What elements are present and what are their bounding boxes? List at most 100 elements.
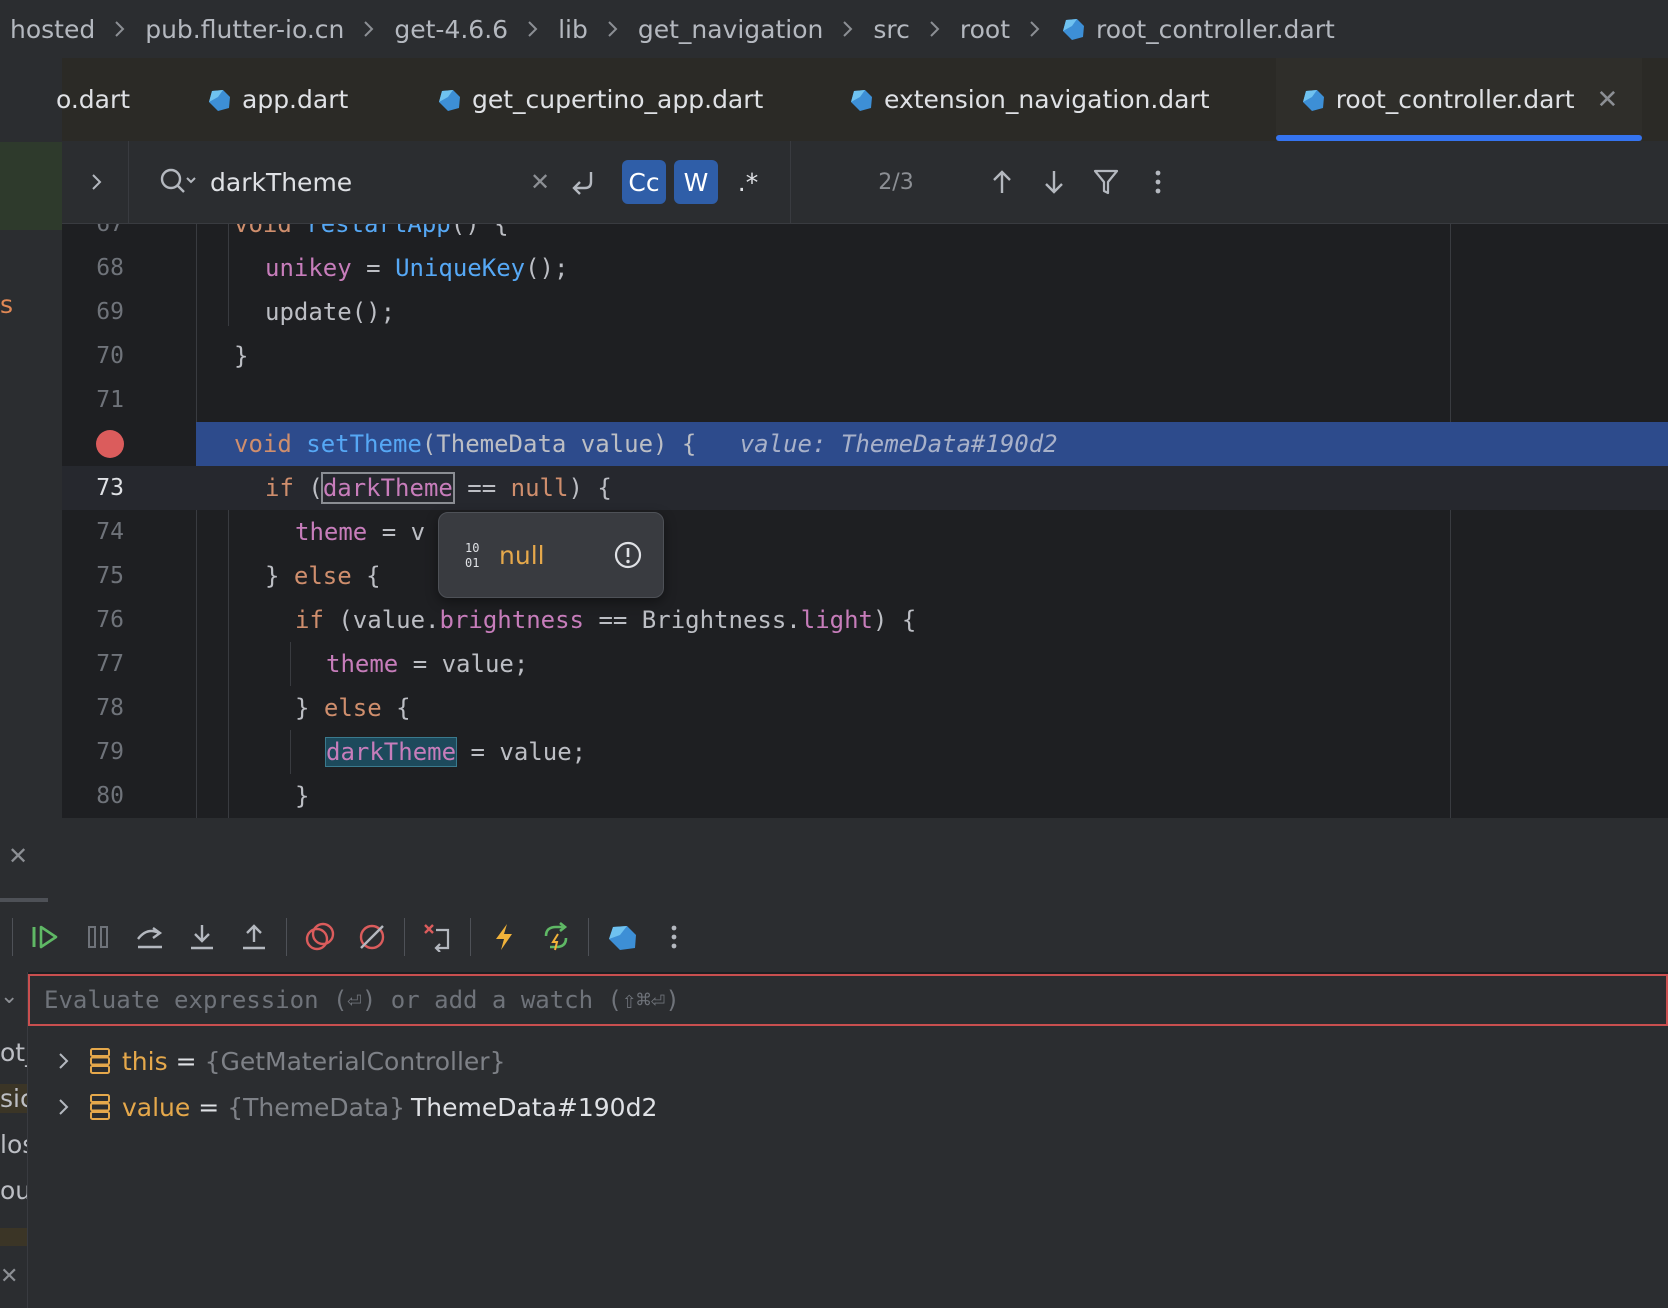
code-line[interactable]: 74 theme = v xyxy=(62,510,1668,554)
tab-get-cupertino-app-dart[interactable]: get_cupertino_app.dart xyxy=(436,58,763,141)
step-into-icon xyxy=(191,925,213,950)
newline-icon[interactable] xyxy=(566,163,604,201)
code-line[interactable]: 71 xyxy=(62,378,1668,422)
dart-devtools-button[interactable] xyxy=(604,919,640,955)
hot-restart-button[interactable] xyxy=(538,919,574,955)
tab-app-dart[interactable]: app.dart xyxy=(206,58,348,141)
debug-tool-window-header: ✕ xyxy=(0,818,1668,903)
code-line-current[interactable]: 73 if (darkTheme == null) { xyxy=(62,466,1668,510)
words-toggle[interactable]: W xyxy=(674,160,718,204)
info-icon[interactable] xyxy=(613,540,643,570)
breakpoint-icon[interactable] xyxy=(96,430,124,458)
popup-value: null xyxy=(499,540,545,570)
match-case-toggle[interactable]: Cc xyxy=(622,160,666,204)
step-out-icon xyxy=(243,924,265,950)
dart-file-icon xyxy=(1302,89,1324,111)
expand-replace-button[interactable] xyxy=(82,166,112,198)
code-line[interactable]: 75 } else { xyxy=(62,554,1668,598)
stop-restart-icon xyxy=(424,924,450,952)
chevron-right-icon xyxy=(929,19,941,39)
tab-o-dart[interactable]: o.dart xyxy=(56,58,182,141)
search-history-button[interactable] xyxy=(158,163,198,201)
dart-file-icon xyxy=(209,89,230,111)
frame-item[interactable]: ous xyxy=(0,1176,27,1205)
chevron-right-icon xyxy=(114,19,126,39)
svg-text:10: 10 xyxy=(465,541,479,555)
breadcrumb-item-get[interactable]: get-4.6.6 xyxy=(394,15,508,44)
evaluate-expression-field[interactable] xyxy=(28,974,1668,1026)
breadcrumb: hosted pub.flutter-io.cn get-4.6.6 lib g… xyxy=(0,0,1668,59)
variable-row-value[interactable]: value = {ThemeData} ThemeData#190d2 xyxy=(56,1084,657,1130)
search-match: darkTheme xyxy=(324,737,458,767)
lightning-icon xyxy=(496,924,512,950)
breadcrumb-item-src[interactable]: src xyxy=(873,15,910,44)
resume-icon xyxy=(32,925,58,949)
hot-restart-icon xyxy=(544,922,568,951)
resume-button[interactable] xyxy=(28,919,64,955)
field-icon xyxy=(90,1048,110,1074)
code-line[interactable]: 69 update(); xyxy=(62,290,1668,334)
breadcrumb-item-file[interactable]: root_controller.dart xyxy=(1060,15,1335,44)
code-line[interactable]: 80 } xyxy=(62,774,1668,818)
next-occurrence-button[interactable] xyxy=(1036,163,1072,201)
pause-button[interactable] xyxy=(80,919,116,955)
code-line[interactable]: 79 darkTheme = value; xyxy=(62,730,1668,774)
view-breakpoints-button[interactable] xyxy=(302,919,338,955)
code-line[interactable]: 67 void restartApp() { xyxy=(62,224,1668,246)
regex-toggle[interactable]: .* xyxy=(726,160,770,204)
tab-root-controller-dart[interactable]: root_controller.dart ✕ xyxy=(1276,58,1642,141)
breadcrumb-item-root[interactable]: root xyxy=(960,15,1010,44)
tab-extension-navigation-dart[interactable]: extension_navigation.dart xyxy=(848,58,1210,141)
clear-search-icon[interactable]: ✕ xyxy=(524,165,556,199)
code-line[interactable]: 77 theme = value; xyxy=(62,642,1668,686)
chevron-right-icon xyxy=(607,19,619,39)
chevron-right-icon xyxy=(842,19,854,39)
frame-item[interactable]: sic xyxy=(0,1084,27,1113)
more-options-icon[interactable] xyxy=(1140,163,1176,201)
breadcrumb-item-get-navigation[interactable]: get_navigation xyxy=(638,15,824,44)
more-actions-icon[interactable] xyxy=(656,919,692,955)
code-editor[interactable]: 67 void restartApp() { 68 unikey = Uniqu… xyxy=(62,224,1668,818)
evaluate-expression-input[interactable] xyxy=(30,976,1666,1024)
breadcrumb-item-lib[interactable]: lib xyxy=(558,15,588,44)
variable-row-this[interactable]: this = {GetMaterialController} xyxy=(56,1038,505,1084)
step-over-button[interactable] xyxy=(132,919,168,955)
mute-breakpoints-button[interactable] xyxy=(354,919,390,955)
step-out-button[interactable] xyxy=(236,919,272,955)
selected-row-highlight xyxy=(0,142,62,230)
previous-occurrence-button[interactable] xyxy=(984,163,1020,201)
breadcrumb-item-hosted[interactable]: hosted xyxy=(10,15,95,44)
close-debug-tab-icon[interactable]: ✕ xyxy=(8,842,28,870)
breadcrumb-item-pub[interactable]: pub.flutter-io.cn xyxy=(145,15,344,44)
code-line[interactable]: 70 } xyxy=(62,334,1668,378)
dart-file-icon xyxy=(851,89,872,111)
search-input[interactable]: darkTheme xyxy=(210,159,470,205)
chevron-right-icon xyxy=(1029,19,1041,39)
frame-item[interactable]: ot_ xyxy=(0,1038,27,1067)
chevron-right-icon xyxy=(92,174,102,190)
value-popup[interactable]: 10 01 null xyxy=(438,512,664,598)
chevron-right-icon[interactable] xyxy=(56,1050,72,1072)
search-icon xyxy=(160,168,196,193)
dart-devtools-icon xyxy=(609,926,636,950)
close-icon[interactable]: ✕ xyxy=(0,1264,18,1289)
close-tab-icon[interactable]: ✕ xyxy=(1597,85,1619,115)
arrow-up-icon xyxy=(993,170,1011,193)
code-line[interactable]: 78 } else { xyxy=(62,686,1668,730)
match-count: 2/3 xyxy=(878,169,914,195)
chevron-down-icon[interactable]: ⌄ xyxy=(0,984,18,1009)
code-line[interactable]: 68 unikey = UniqueKey(); xyxy=(62,246,1668,290)
inline-value-hint: value: ThemeData#190d2 xyxy=(739,430,1058,458)
search-match-current: darkTheme xyxy=(320,472,455,504)
step-into-button[interactable] xyxy=(184,919,220,955)
hot-reload-button[interactable] xyxy=(486,919,522,955)
chevron-right-icon[interactable] xyxy=(56,1096,72,1118)
pause-icon xyxy=(88,926,108,948)
dart-file-icon xyxy=(1063,19,1084,40)
execution-line[interactable]: void setTheme(ThemeData value) { value: … xyxy=(196,422,1668,466)
code-line[interactable]: 76 if (value.brightness == Brightness.li… xyxy=(62,598,1668,642)
stop-button[interactable] xyxy=(420,919,456,955)
frame-item[interactable]: los xyxy=(0,1130,27,1159)
filter-icon[interactable] xyxy=(1088,163,1124,201)
editor-tabs: o.dart app.dart get_cupertino_app.dart e… xyxy=(56,58,1668,141)
